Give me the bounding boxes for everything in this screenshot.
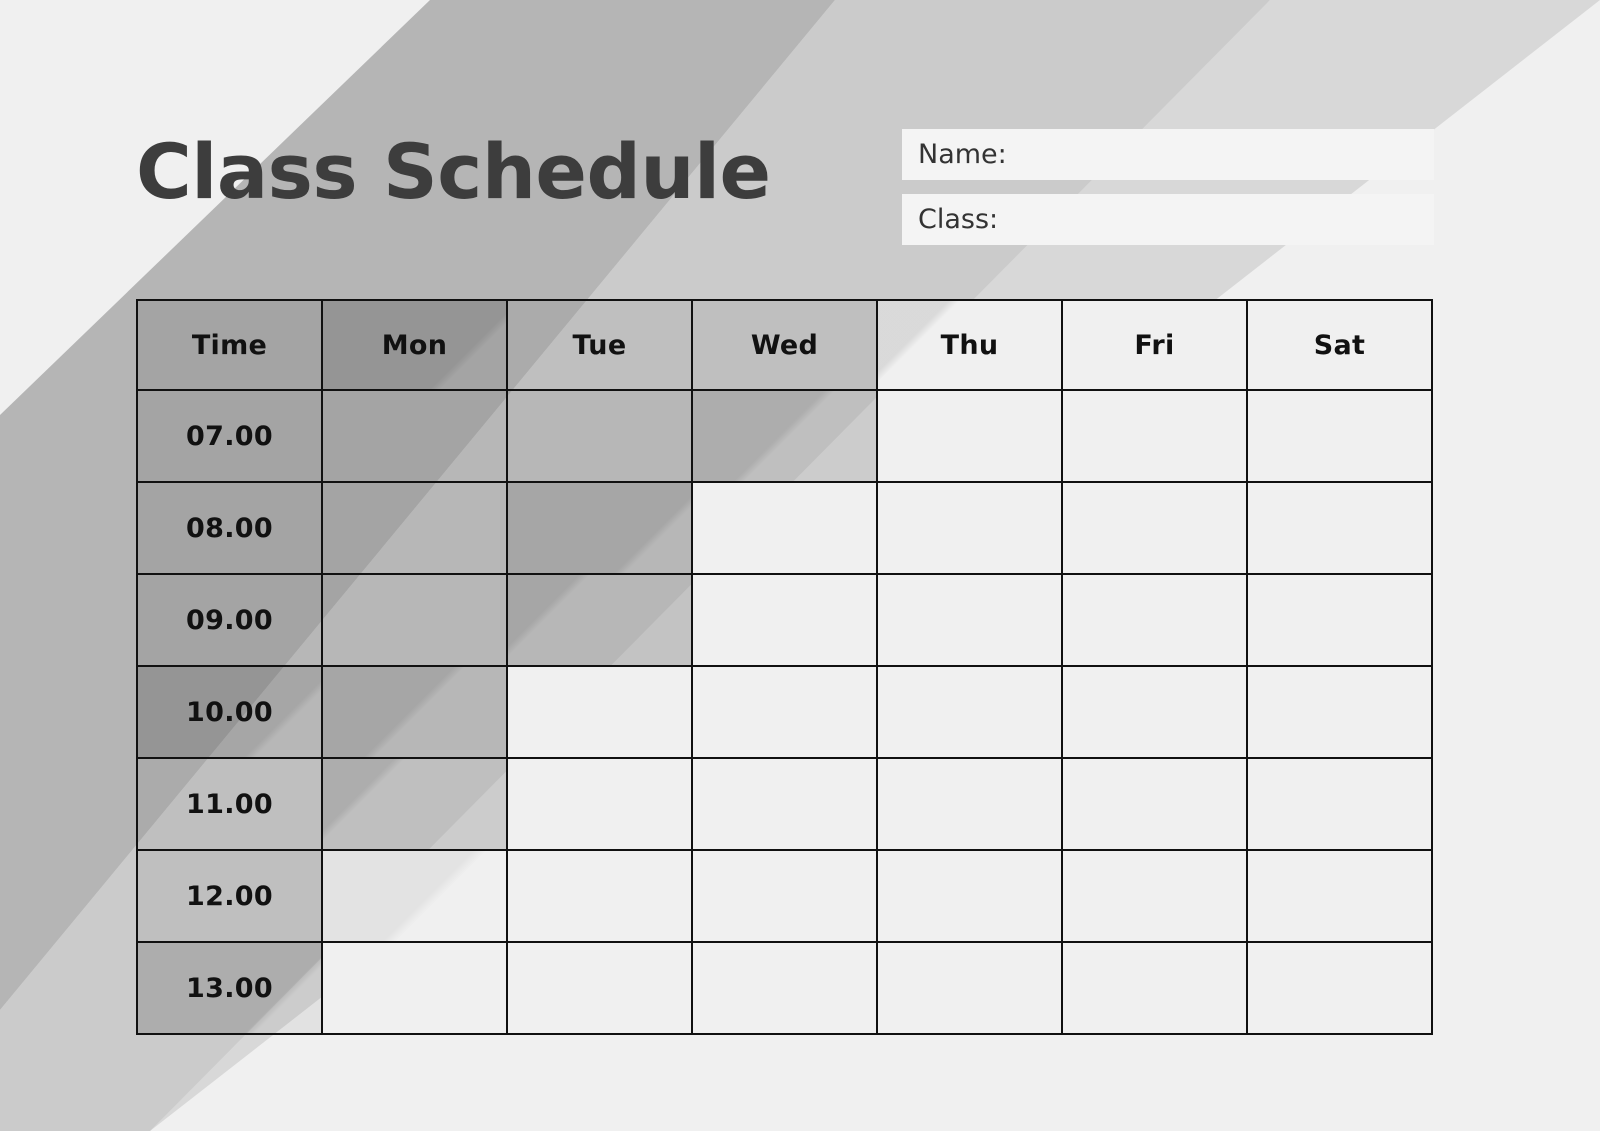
slot-mon-0900[interactable] bbox=[321, 573, 508, 667]
table-row: 08.00 bbox=[136, 481, 1433, 575]
table-row: 11.00 bbox=[136, 757, 1433, 851]
slot-mon-1300[interactable] bbox=[321, 941, 508, 1035]
slot-fri-1100[interactable] bbox=[1061, 757, 1248, 851]
schedule-page: Class Schedule Name: Class: Time Mon Tue… bbox=[0, 0, 1600, 1131]
slot-thu-1100[interactable] bbox=[876, 757, 1063, 851]
slot-tue-0700[interactable] bbox=[506, 389, 693, 483]
column-header-wed: Wed bbox=[691, 299, 878, 391]
slot-thu-1000[interactable] bbox=[876, 665, 1063, 759]
slot-fri-0800[interactable] bbox=[1061, 481, 1248, 575]
slot-wed-0900[interactable] bbox=[691, 573, 878, 667]
slot-thu-0900[interactable] bbox=[876, 573, 1063, 667]
time-label-1200: 12.00 bbox=[136, 849, 323, 943]
slot-fri-1000[interactable] bbox=[1061, 665, 1248, 759]
slot-fri-1300[interactable] bbox=[1061, 941, 1248, 1035]
class-field-label: Class: bbox=[918, 204, 999, 235]
slot-mon-0800[interactable] bbox=[321, 481, 508, 575]
name-field-label: Name: bbox=[918, 139, 1007, 170]
table-header-row: Time Mon Tue Wed Thu Fri Sat bbox=[136, 299, 1433, 391]
slot-sat-1300[interactable] bbox=[1246, 941, 1433, 1035]
slot-wed-0700[interactable] bbox=[691, 389, 878, 483]
slot-tue-1000[interactable] bbox=[506, 665, 693, 759]
slot-wed-1000[interactable] bbox=[691, 665, 878, 759]
slot-sat-1000[interactable] bbox=[1246, 665, 1433, 759]
slot-mon-1000[interactable] bbox=[321, 665, 508, 759]
slot-sat-0900[interactable] bbox=[1246, 573, 1433, 667]
slot-wed-0800[interactable] bbox=[691, 481, 878, 575]
slot-thu-1200[interactable] bbox=[876, 849, 1063, 943]
time-label-0900: 09.00 bbox=[136, 573, 323, 667]
time-label-1100: 11.00 bbox=[136, 757, 323, 851]
table-row: 09.00 bbox=[136, 573, 1433, 667]
time-label-0800: 08.00 bbox=[136, 481, 323, 575]
slot-wed-1200[interactable] bbox=[691, 849, 878, 943]
page-title: Class Schedule bbox=[136, 127, 771, 216]
slot-fri-1200[interactable] bbox=[1061, 849, 1248, 943]
slot-wed-1100[interactable] bbox=[691, 757, 878, 851]
column-header-time: Time bbox=[136, 299, 323, 391]
slot-thu-0800[interactable] bbox=[876, 481, 1063, 575]
slot-mon-1200[interactable] bbox=[321, 849, 508, 943]
slot-fri-0900[interactable] bbox=[1061, 573, 1248, 667]
schedule-table-body: 07.00 08.00 09.00 10.00 11.00 12.00 13.0… bbox=[136, 389, 1433, 1035]
slot-sat-1200[interactable] bbox=[1246, 849, 1433, 943]
slot-mon-0700[interactable] bbox=[321, 389, 508, 483]
slot-mon-1100[interactable] bbox=[321, 757, 508, 851]
table-row: 07.00 bbox=[136, 389, 1433, 483]
slot-thu-1300[interactable] bbox=[876, 941, 1063, 1035]
time-label-0700: 07.00 bbox=[136, 389, 323, 483]
slot-tue-1100[interactable] bbox=[506, 757, 693, 851]
slot-tue-0900[interactable] bbox=[506, 573, 693, 667]
slot-tue-0800[interactable] bbox=[506, 481, 693, 575]
slot-sat-0800[interactable] bbox=[1246, 481, 1433, 575]
table-row: 10.00 bbox=[136, 665, 1433, 759]
time-label-1000: 10.00 bbox=[136, 665, 323, 759]
slot-sat-1100[interactable] bbox=[1246, 757, 1433, 851]
slot-tue-1300[interactable] bbox=[506, 941, 693, 1035]
column-header-fri: Fri bbox=[1061, 299, 1248, 391]
schedule-table-wrapper: Time Mon Tue Wed Thu Fri Sat 07.00 08.00… bbox=[136, 299, 1433, 1035]
table-row: 12.00 bbox=[136, 849, 1433, 943]
schedule-table: Time Mon Tue Wed Thu Fri Sat 07.00 08.00… bbox=[136, 299, 1433, 1035]
table-row: 13.00 bbox=[136, 941, 1433, 1035]
slot-wed-1300[interactable] bbox=[691, 941, 878, 1035]
time-label-1300: 13.00 bbox=[136, 941, 323, 1035]
column-header-tue: Tue bbox=[506, 299, 693, 391]
column-header-mon: Mon bbox=[321, 299, 508, 391]
slot-tue-1200[interactable] bbox=[506, 849, 693, 943]
name-field[interactable]: Name: bbox=[902, 129, 1434, 180]
class-field[interactable]: Class: bbox=[902, 194, 1434, 245]
column-header-thu: Thu bbox=[876, 299, 1063, 391]
slot-fri-0700[interactable] bbox=[1061, 389, 1248, 483]
slot-sat-0700[interactable] bbox=[1246, 389, 1433, 483]
column-header-sat: Sat bbox=[1246, 299, 1433, 391]
slot-thu-0700[interactable] bbox=[876, 389, 1063, 483]
